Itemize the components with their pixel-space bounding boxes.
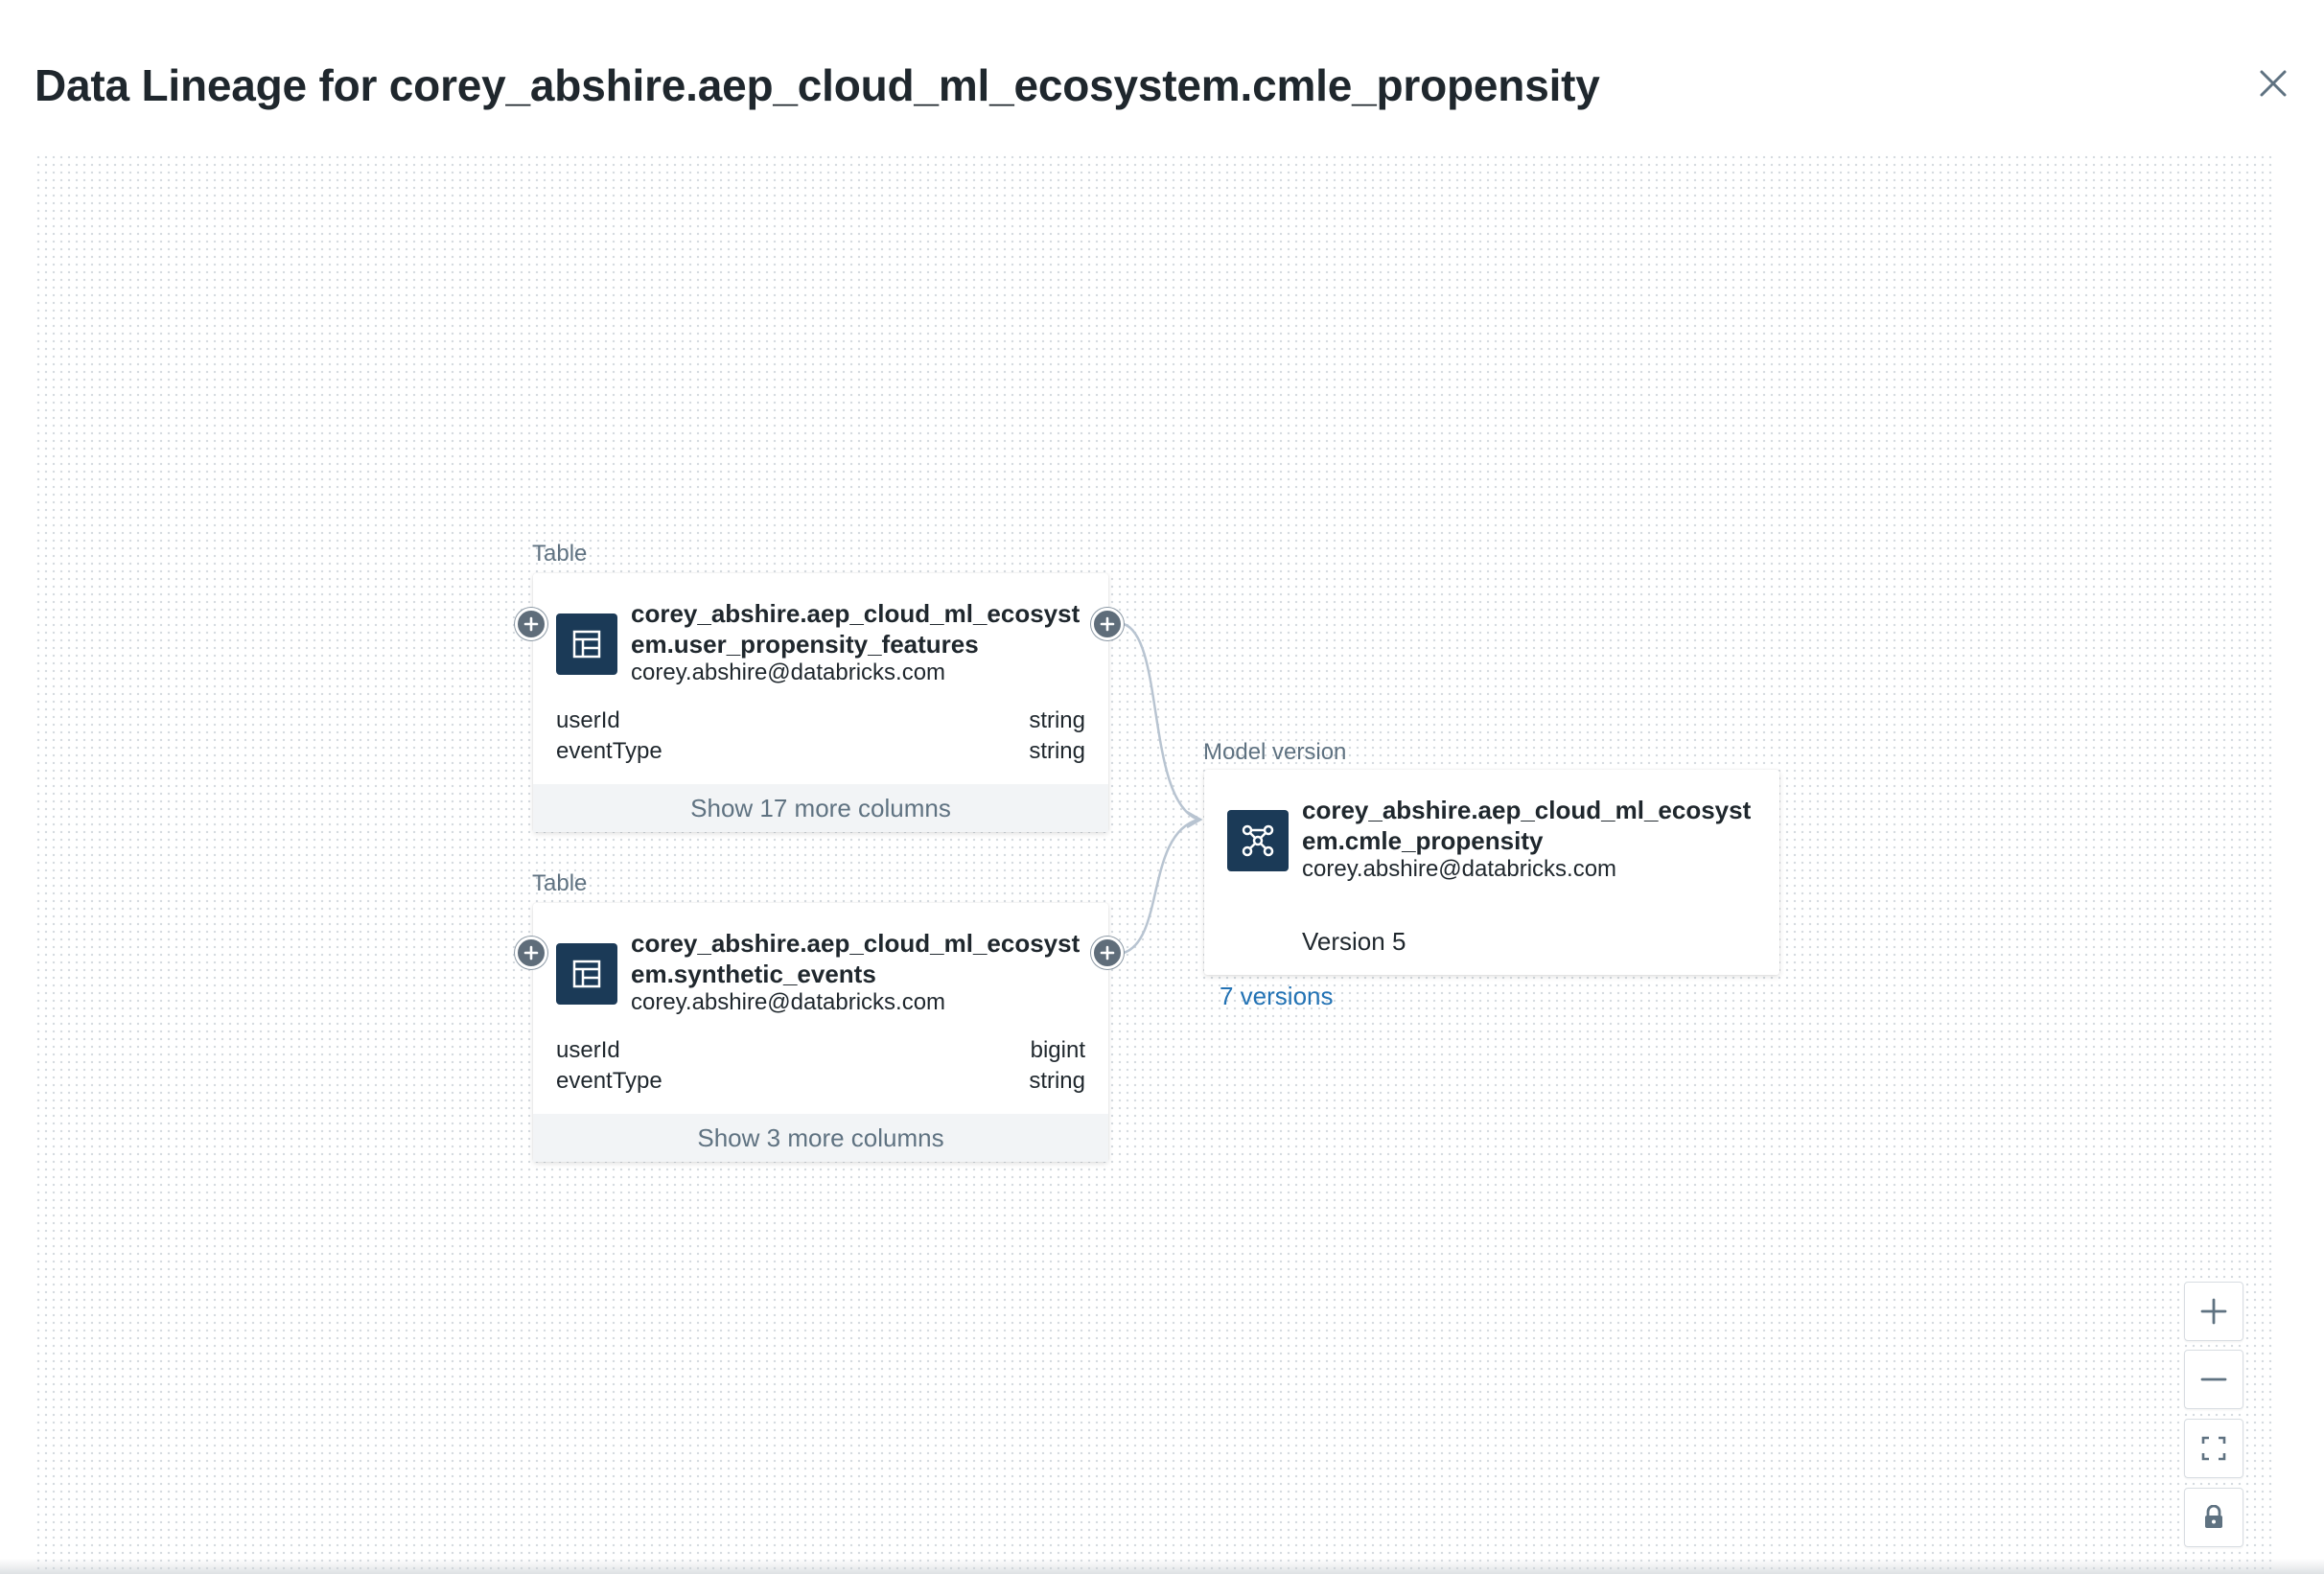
model-version-node[interactable]: corey_abshire.aep_cloud_ml_ecosystem.cml…: [1204, 770, 1779, 975]
table-node-user-propensity-features[interactable]: corey_abshire.aep_cloud_ml_ecosystem.use…: [533, 573, 1108, 832]
fit-view-icon: [2201, 1436, 2226, 1461]
column-type: string: [1029, 1068, 1085, 1094]
column-row: eventType string: [556, 738, 1085, 769]
zoom-in-button[interactable]: [2184, 1282, 2243, 1341]
table-node-synthetic-events[interactable]: corey_abshire.aep_cloud_ml_ecosystem.syn…: [533, 903, 1108, 1162]
edge-arrowhead: [1186, 810, 1203, 829]
zoom-out-button[interactable]: [2184, 1350, 2243, 1409]
expand-upstream-handle[interactable]: [515, 608, 547, 640]
column-name: eventType: [556, 1068, 662, 1094]
lock-button[interactable]: [2184, 1488, 2243, 1547]
node-name[interactable]: corey_abshire.aep_cloud_ml_ecosystem.use…: [631, 598, 1091, 660]
fit-view-button[interactable]: [2184, 1419, 2243, 1478]
table-icon: [556, 943, 617, 1005]
column-name: userId: [556, 707, 620, 733]
versions-link[interactable]: 7 versions: [1220, 982, 1334, 1011]
column-type: bigint: [1030, 1037, 1085, 1063]
column-name: userId: [556, 1037, 620, 1063]
expand-downstream-handle[interactable]: [1091, 937, 1124, 969]
column-type: string: [1029, 707, 1085, 733]
plus-icon: [1100, 945, 1115, 961]
node-owner: corey.abshire@databricks.com: [631, 660, 946, 685]
show-more-columns-button[interactable]: Show 17 more columns: [533, 784, 1108, 832]
plus-icon: [1100, 616, 1115, 632]
column-row: eventType string: [556, 1068, 1085, 1099]
edge-table1-to-model: [1123, 622, 1199, 822]
node-type-label-table1: Table: [532, 541, 588, 567]
column-name: eventType: [556, 738, 662, 764]
plus-icon: [523, 945, 539, 961]
minus-icon: [2200, 1377, 2227, 1381]
expand-downstream-handle[interactable]: [1091, 608, 1124, 640]
plus-icon: [2200, 1298, 2227, 1325]
edge-table2-to-model: [1123, 818, 1199, 955]
expand-upstream-handle[interactable]: [515, 937, 547, 969]
model-version-label: Version 5: [1302, 927, 1406, 956]
node-owner: corey.abshire@databricks.com: [1302, 856, 1617, 882]
node-name[interactable]: corey_abshire.aep_cloud_ml_ecosystem.cml…: [1302, 795, 1762, 856]
node-name[interactable]: corey_abshire.aep_cloud_ml_ecosystem.syn…: [631, 928, 1091, 989]
show-more-columns-button[interactable]: Show 3 more columns: [533, 1114, 1108, 1162]
plus-icon: [523, 616, 539, 632]
node-type-label-model: Model version: [1203, 739, 1347, 765]
lineage-edges: [1123, 622, 1203, 955]
node-owner: corey.abshire@databricks.com: [631, 989, 946, 1015]
node-type-label-table2: Table: [532, 870, 588, 896]
table-icon: [556, 613, 617, 675]
model-icon: [1227, 810, 1289, 871]
column-type: string: [1029, 738, 1085, 764]
lock-icon: [2205, 1505, 2222, 1528]
column-row: userId string: [556, 707, 1085, 738]
column-row: userId bigint: [556, 1037, 1085, 1068]
